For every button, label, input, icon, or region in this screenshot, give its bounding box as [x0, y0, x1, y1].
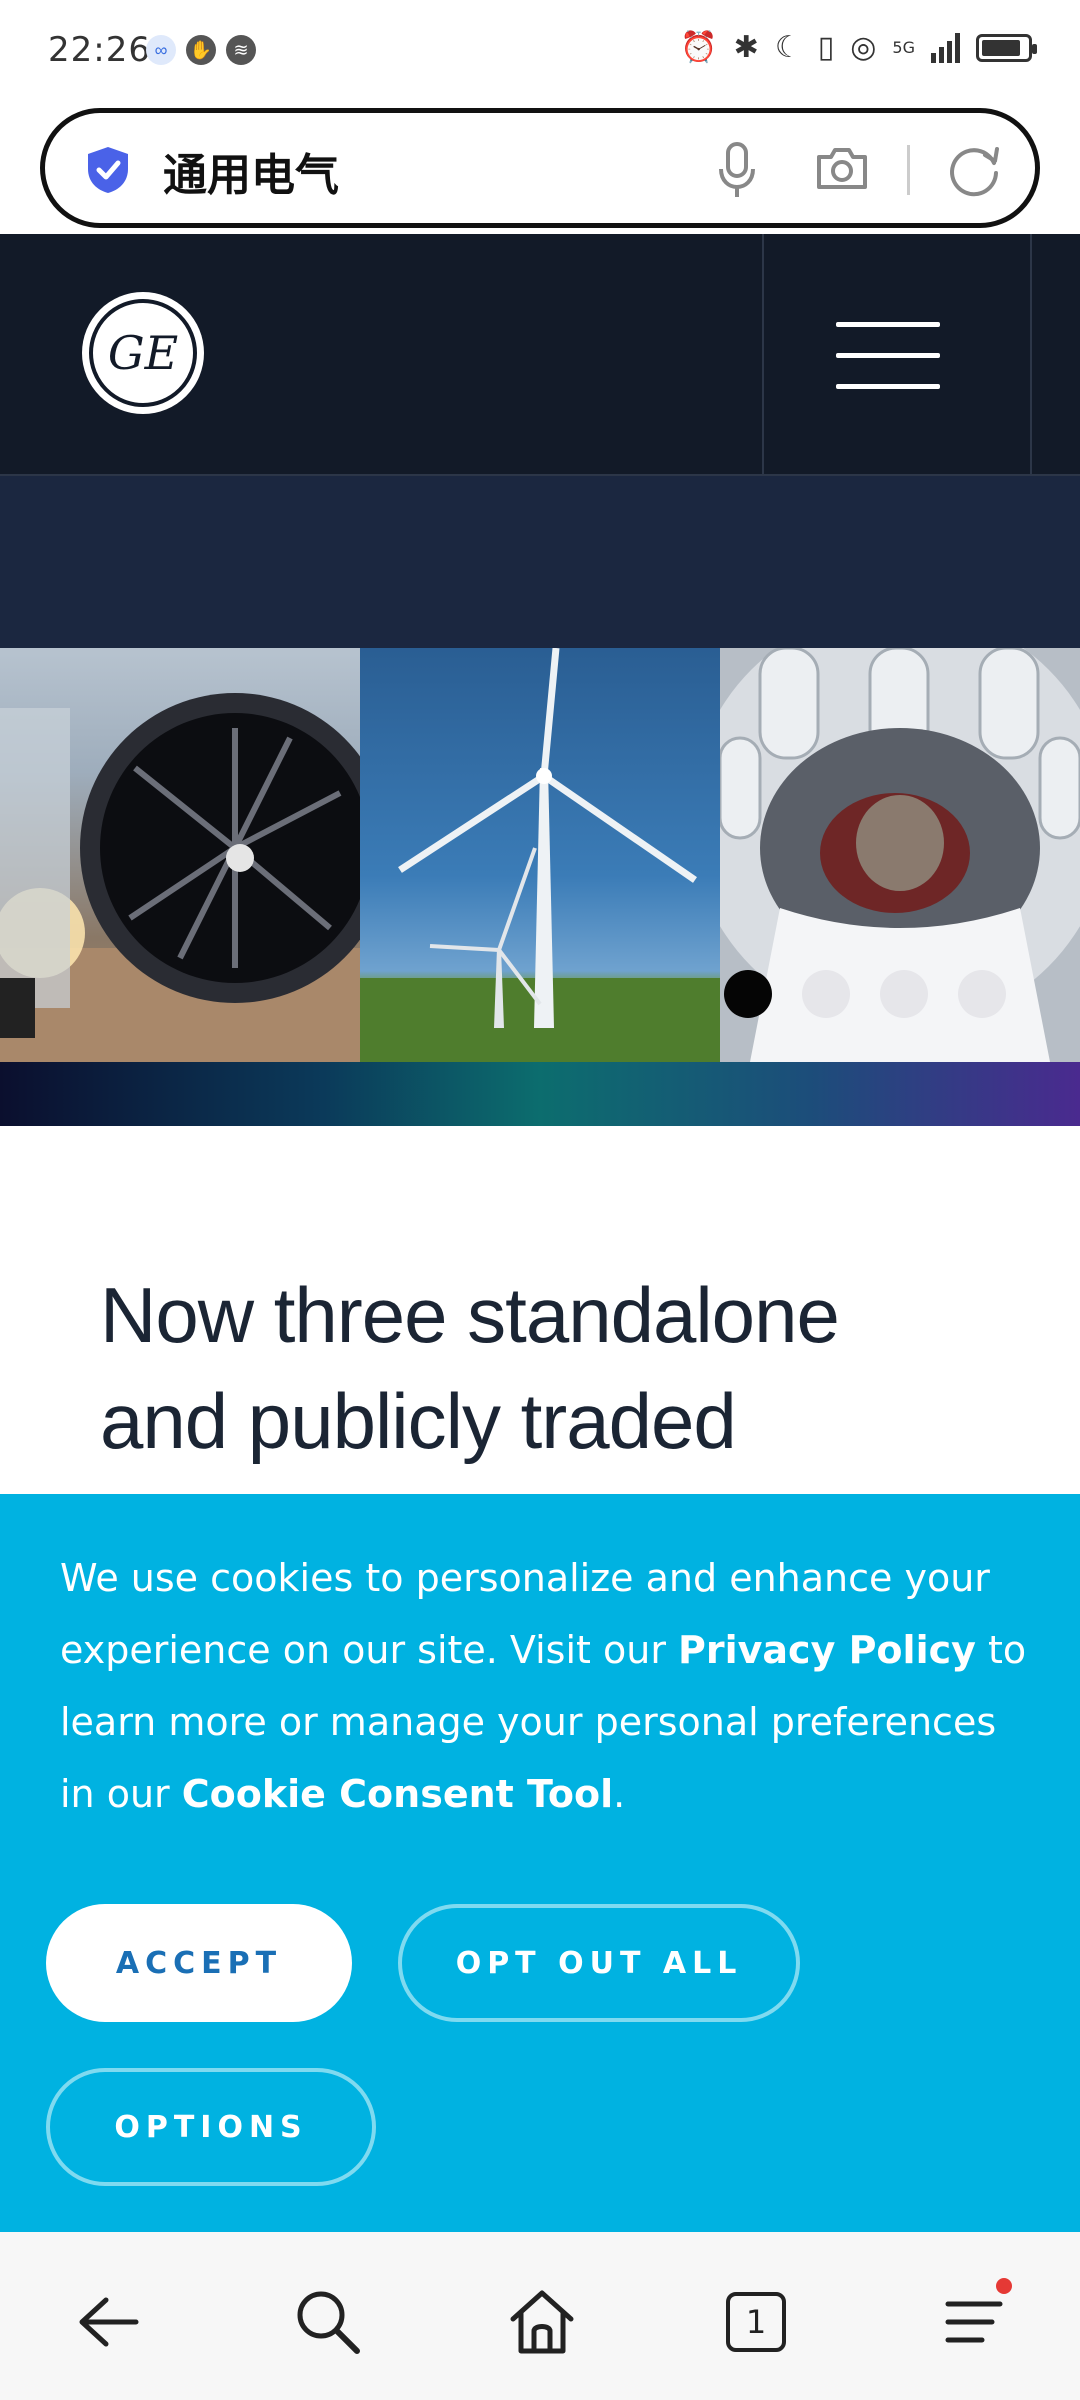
wind-turbine-image	[360, 648, 720, 1062]
ge-logo-monogram: GE	[89, 299, 197, 407]
sync-app-icon: ∞	[146, 35, 176, 65]
bluetooth-icon: ✱	[733, 30, 759, 65]
home-icon	[510, 2290, 574, 2354]
tab-count-badge: 1	[726, 2292, 786, 2352]
browser-bottom-nav: 1	[0, 2232, 1080, 2400]
jet-engine-image	[0, 648, 360, 1062]
cookie-consent-tool-link[interactable]: Cookie Consent Tool	[182, 1772, 613, 1816]
carousel-dot-4[interactable]	[958, 970, 1006, 1018]
status-notification-icons: ∞ ✋ ≋	[146, 35, 256, 65]
status-bar: 22:26 ∞ ✋ ≋ ⏰ ✱ ☾ ▯ ◎ 5G	[0, 0, 1080, 104]
hotspot-icon: ◎	[850, 30, 877, 65]
hand-app-icon: ✋	[186, 35, 216, 65]
camera-icon[interactable]	[815, 143, 869, 193]
tabs-button[interactable]: 1	[716, 2282, 796, 2362]
opt-out-all-button[interactable]: OPT OUT ALL	[398, 1904, 800, 2022]
options-button[interactable]: OPTIONS	[46, 2068, 376, 2186]
menu-more-button[interactable]	[934, 2278, 1014, 2362]
carousel-indicators	[724, 970, 1006, 1018]
vibrate-icon: ▯	[817, 30, 835, 65]
back-arrow-icon	[79, 2297, 139, 2347]
carousel-dot-2[interactable]	[802, 970, 850, 1018]
search-icon	[297, 2291, 360, 2354]
home-button[interactable]	[502, 2282, 582, 2362]
microphone-icon[interactable]	[717, 141, 757, 199]
alarm-icon: ⏰	[680, 30, 718, 65]
gradient-strip	[0, 1062, 1080, 1126]
network-type-label: 5G	[892, 37, 915, 57]
audio-app-icon: ≋	[226, 35, 256, 65]
privacy-policy-link[interactable]: Privacy Policy	[678, 1628, 976, 1672]
ge-logo[interactable]: GE	[82, 292, 204, 414]
battery-icon	[976, 33, 1037, 62]
reload-icon[interactable]	[945, 141, 1003, 199]
status-time: 22:26	[48, 30, 151, 70]
headline-line-1: Now three standalone	[100, 1271, 840, 1359]
accept-button[interactable]: ACCEPT	[46, 1904, 352, 2022]
status-system-icons: ⏰ ✱ ☾ ▯ ◎ 5G	[680, 30, 1037, 65]
search-query-text[interactable]: 通用电气	[163, 139, 339, 203]
carousel-dot-3[interactable]	[880, 970, 928, 1018]
menu-button[interactable]	[762, 234, 1032, 474]
browser-search-bar[interactable]: 通用电气	[40, 108, 1040, 228]
search-bar-divider	[907, 145, 910, 195]
search-button[interactable]	[288, 2282, 368, 2362]
back-button[interactable]	[68, 2282, 148, 2362]
notification-dot	[996, 2278, 1012, 2294]
page-headline: Now three standalone and publicly traded	[100, 1262, 1000, 1474]
signal-icon	[931, 32, 960, 63]
shield-icon	[88, 147, 128, 193]
cookie-banner: We use cookies to personalize and enhanc…	[0, 1494, 1080, 2232]
site-header: GE	[0, 234, 1080, 474]
carousel-dot-1[interactable]	[724, 970, 772, 1018]
hamburger-menu-icon	[836, 322, 940, 415]
menu-icon	[945, 2301, 1003, 2343]
headline-line-2: and publicly traded	[100, 1377, 737, 1465]
cookie-message: We use cookies to personalize and enhanc…	[60, 1542, 1040, 1830]
moon-icon: ☾	[774, 30, 802, 65]
hero-band	[0, 476, 1080, 648]
cookie-text-3: .	[613, 1772, 626, 1816]
